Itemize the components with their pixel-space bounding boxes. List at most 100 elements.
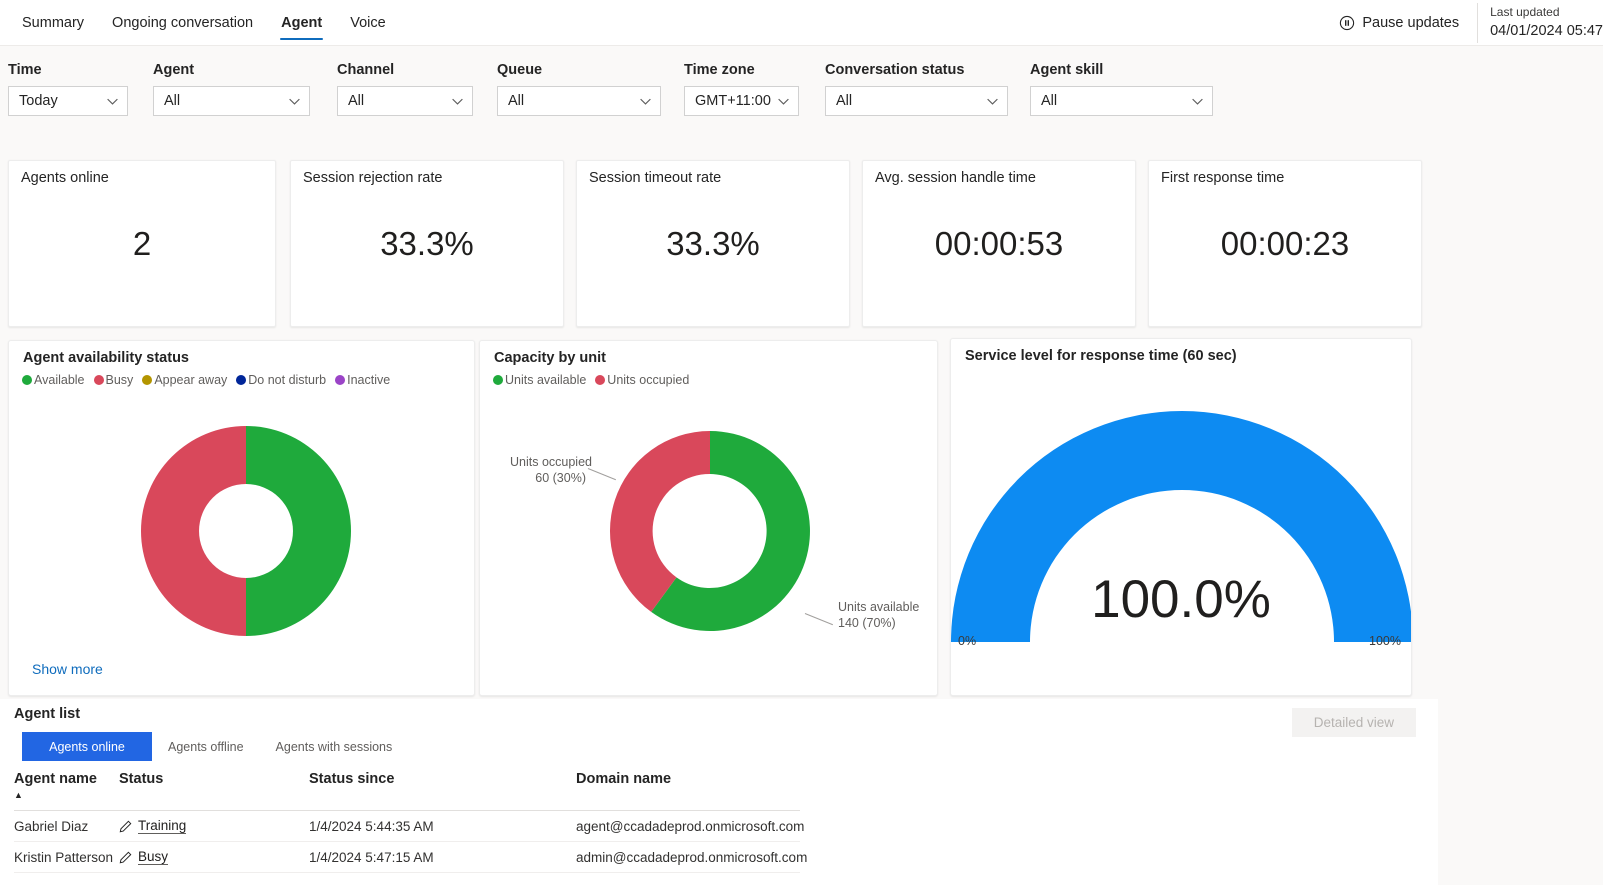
kpi-card-session-timeout-rate: Session timeout rate 33.3% [576, 160, 850, 327]
chart-title: Agent availability status [23, 350, 189, 366]
detailed-view-button[interactable]: Detailed view [1291, 708, 1416, 737]
chevron-down-icon [289, 98, 300, 105]
chevron-down-icon [452, 98, 463, 105]
pivot-label: Agents with sessions [275, 739, 393, 754]
filter-time-dropdown[interactable]: Today [8, 86, 128, 116]
chart-title: Capacity by unit [494, 350, 606, 366]
filter-value: All [508, 93, 525, 109]
legend-item-available[interactable]: Available [22, 373, 85, 387]
filter-label: Time [8, 62, 42, 78]
chevron-down-icon [1192, 98, 1203, 105]
status-value-link[interactable]: Busy [138, 849, 169, 865]
last-updated-label: Last updated [1490, 5, 1560, 19]
sort-ascending-icon: ▲ [14, 790, 23, 800]
legend-label: Units available [505, 373, 587, 387]
pause-updates-label: Pause updates [1362, 15, 1460, 31]
donut-slice-units-occupied [609, 431, 710, 612]
donut-agent-availability[interactable] [131, 416, 361, 646]
kpi-value: 00:00:23 [1220, 224, 1350, 262]
chart-card-capacity-by-unit: Capacity by unit Units available Units o… [479, 340, 938, 696]
status-value-link[interactable]: Training [138, 818, 187, 834]
filter-bar: Time Today Agent All Channel All Queue A… [0, 46, 1603, 131]
filter-label: Time zone [684, 62, 755, 78]
pivot-agents-online[interactable]: Agents online [22, 732, 152, 761]
legend-item-inactive[interactable]: Inactive [335, 373, 390, 387]
filter-conversation-status-dropdown[interactable]: All [825, 86, 1008, 116]
legend-label: Do not disturb [248, 373, 327, 387]
legend-swatch [493, 375, 503, 385]
filter-channel: Channel All [337, 62, 473, 116]
tab-label: Ongoing conversation [112, 15, 254, 31]
legend-swatch [93, 375, 104, 385]
filter-channel-dropdown[interactable]: All [337, 86, 473, 116]
filter-conversation-status: Conversation status All [825, 62, 1008, 116]
legend-swatch [22, 375, 32, 385]
kpi-value: 33.3% [666, 224, 760, 262]
donut-slice-busy [141, 426, 246, 636]
donut-slice-available [246, 426, 351, 636]
tab-label: Agent [281, 15, 323, 31]
filter-value: Today [19, 93, 58, 109]
gauge-min-label: 0% [958, 634, 977, 648]
kpi-value: 2 [132, 224, 152, 262]
table-row[interactable]: Gabriel Diaz Training 1/4/2024 5:44:35 A… [14, 810, 804, 842]
filter-timezone-dropdown[interactable]: GMT+11:00 [684, 86, 799, 116]
last-updated-block: Last updated 04/01/2024 05:47 [1478, 0, 1603, 42]
pivot-label: Agents offline [168, 739, 244, 754]
tab-voice[interactable]: Voice [336, 0, 399, 46]
filter-agent-skill-dropdown[interactable]: All [1030, 86, 1213, 116]
tab-label: Voice [350, 15, 386, 31]
filter-value: All [1041, 93, 1058, 109]
pencil-icon[interactable] [119, 820, 132, 833]
agent-list-panel: Agent list Agents online Agents offline … [0, 699, 1438, 885]
column-header-agent-name[interactable]: Agent name ▲ [14, 771, 119, 811]
table-row[interactable]: Kristin Patterson Busy 1/4/2024 5:47:15 … [14, 841, 807, 873]
filter-queue-dropdown[interactable]: All [497, 86, 661, 116]
show-more-link[interactable]: Show more [32, 661, 103, 677]
legend-item-do-not-disturb[interactable]: Do not disturb [236, 373, 326, 387]
filter-label: Conversation status [825, 62, 965, 78]
tab-agent[interactable]: Agent [267, 0, 336, 46]
donut-label-units-available: Units available 140 (70%) [838, 600, 920, 631]
pivot-agents-offline[interactable]: Agents offline [152, 732, 260, 761]
tab-summary[interactable]: Summary [8, 0, 98, 46]
status-editor: Training [119, 818, 309, 834]
kpi-card-avg-session-handle-time: Avg. session handle time 00:00:53 [862, 160, 1136, 327]
column-header-domain-name[interactable]: Domain name [576, 771, 800, 811]
legend-item-busy[interactable]: Busy [93, 373, 133, 387]
filter-value: All [348, 93, 365, 109]
column-header-status-since[interactable]: Status since [309, 771, 576, 811]
legend-item-units-occupied[interactable]: Units occupied [595, 373, 689, 387]
header-right-group: Pause updates Last updated 04/01/2024 05… [1339, 0, 1603, 46]
filter-agent-skill: Agent skill All [1030, 62, 1213, 116]
pause-circle-icon [1340, 15, 1355, 31]
chart-legend: Available Busy Appear away Do not distur… [22, 373, 390, 387]
legend-swatch [595, 375, 606, 385]
legend-label: Appear away [154, 373, 228, 387]
column-header-status[interactable]: Status [119, 771, 309, 811]
legend-swatch [142, 375, 153, 385]
filter-label: Queue [497, 62, 543, 78]
chevron-down-icon [987, 98, 998, 105]
column-label: Status [119, 771, 164, 787]
legend-item-appear-away[interactable]: Appear away [142, 373, 227, 387]
kpi-value: 33.3% [380, 224, 474, 262]
filter-time: Time Today [8, 62, 128, 116]
pause-updates-button[interactable]: Pause updates [1339, 15, 1459, 31]
pencil-icon[interactable] [119, 851, 132, 864]
filter-agent-dropdown[interactable]: All [153, 86, 310, 116]
agent-list-table: Agent name ▲ Status Status since Domain … [14, 771, 807, 873]
cell-agent-name: Gabriel Diaz [14, 810, 119, 842]
filter-value: All [164, 93, 181, 109]
cell-status: Busy [119, 841, 309, 873]
tab-list: Summary Ongoing conversation Agent Voice [8, 0, 400, 46]
tab-ongoing-conversation[interactable]: Ongoing conversation [98, 0, 267, 46]
donut-label-units-occupied: Units occupied 60 (30%) [510, 455, 592, 486]
chart-card-service-level: Service level for response time (60 sec)… [950, 338, 1412, 696]
chevron-down-icon [778, 98, 789, 105]
legend-item-units-available[interactable]: Units available [493, 373, 586, 387]
cell-status: Training [119, 810, 309, 842]
pivot-agents-with-sessions[interactable]: Agents with sessions [260, 732, 409, 761]
cell-domain-name: agent@ccadadeprod.onmicrosoft.com [576, 810, 804, 842]
donut-capacity-by-unit[interactable] [600, 421, 820, 641]
